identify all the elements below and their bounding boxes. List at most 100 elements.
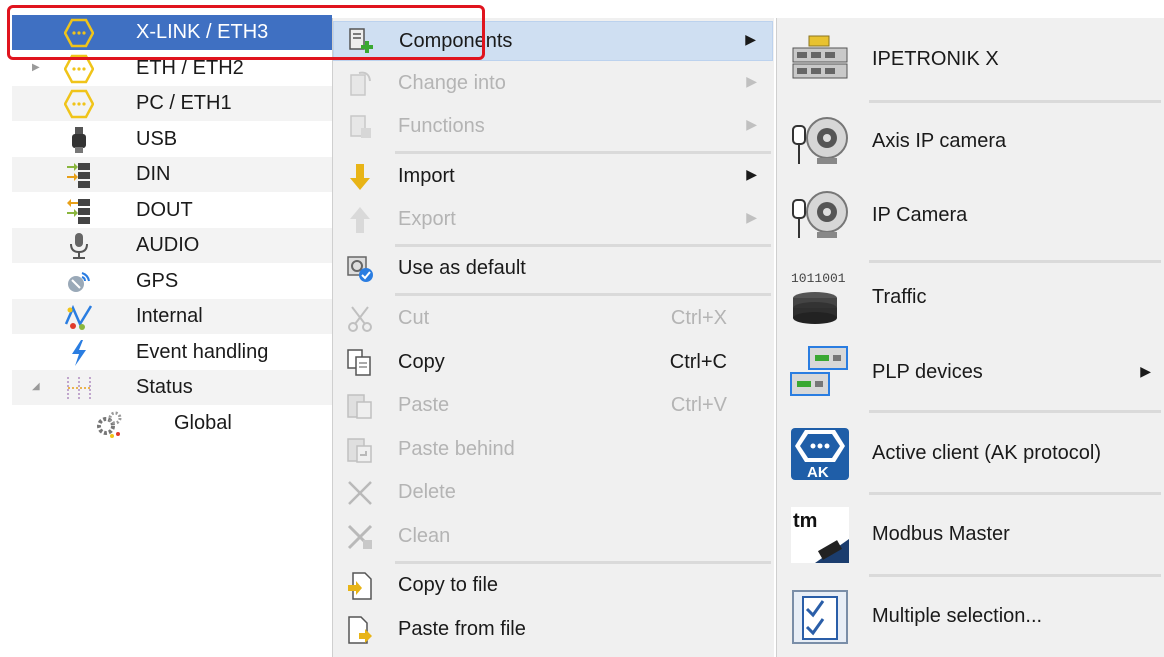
submenu-item-label: PLP devices: [872, 361, 983, 383]
lightning-icon: [72, 340, 86, 366]
gears-icon: [97, 411, 122, 438]
expand-arrow-icon[interactable]: ▶: [32, 62, 42, 74]
collapse-arrow-icon[interactable]: ◢: [32, 381, 42, 393]
menu-separator: [395, 293, 771, 296]
submenu-arrow-icon: ▶: [746, 209, 757, 225]
submenu-item-plp-devices[interactable]: PLP devices ▶: [777, 333, 1164, 413]
menu-item-clean[interactable]: Clean: [333, 517, 773, 557]
submenu-item-label: Axis IP camera: [872, 130, 1007, 152]
tree-item-label: ETH / ETH2: [136, 57, 244, 79]
submenu-item-label: IP Camera: [872, 204, 968, 226]
menu-item-shortcut: Ctrl+X: [670, 307, 727, 329]
clean-icon: [347, 524, 373, 550]
digital-out-icon: [67, 199, 90, 224]
tree-item-label: USB: [136, 128, 178, 150]
ipetronik-device-icon: [792, 35, 848, 79]
microphone-icon: [70, 233, 88, 259]
status-icon: [67, 377, 91, 399]
tree-item-label: DIN: [136, 163, 171, 185]
menu-item-label: Paste from file: [398, 618, 526, 640]
highlight-frame: [7, 5, 485, 60]
submenu-item-ip-camera[interactable]: IP Camera: [777, 176, 1164, 256]
tree-item-label: Event handling: [136, 341, 269, 363]
functions-icon: [350, 115, 371, 138]
submenu-item-active-client[interactable]: AK Active client (AK protocol): [777, 414, 1164, 494]
tree-item-internal[interactable]: Internal: [12, 299, 332, 334]
svg-text:AK: AK: [807, 464, 829, 481]
tree-item-label: Global: [174, 412, 232, 434]
checklist-icon: [792, 590, 848, 644]
traffic-database-icon: 1011001: [791, 271, 846, 324]
menu-item-label: Import: [398, 165, 455, 187]
menu-item-paste[interactable]: Paste Ctrl+V: [333, 386, 773, 426]
tree-item-global[interactable]: Global: [12, 406, 332, 441]
paste-behind-icon: [347, 438, 372, 463]
menu-item-export[interactable]: Export ▶: [333, 200, 773, 240]
components-submenu: IPETRONIK X Axis IP camera IP Camera 101…: [776, 18, 1164, 657]
submenu-item-modbus-master[interactable]: tm Modbus Master: [777, 495, 1164, 575]
internal-icon: [64, 304, 93, 330]
menu-item-copy[interactable]: Copy Ctrl+C: [333, 343, 773, 383]
menu-item-label: Clean: [398, 525, 451, 547]
menu-item-label: Copy to file: [398, 574, 499, 596]
tree-item-label: GPS: [136, 270, 179, 292]
submenu-item-ipetronik-x[interactable]: IPETRONIK X: [777, 20, 1164, 100]
submenu-arrow-icon: ▶: [746, 116, 757, 132]
menu-item-import[interactable]: Import ▶: [333, 157, 773, 197]
menu-item-cut[interactable]: Cut Ctrl+X: [333, 299, 773, 339]
tree-item-event-handling[interactable]: Event handling: [12, 335, 332, 370]
tree-item-dout[interactable]: DOUT: [12, 193, 332, 228]
submenu-item-axis-ip-camera[interactable]: Axis IP camera: [777, 102, 1164, 182]
menu-item-paste-behind[interactable]: Paste behind: [333, 430, 773, 470]
tree-item-status[interactable]: ◢ Status: [12, 370, 332, 405]
tree-item-pc-eth1[interactable]: PC / ETH1: [12, 86, 332, 121]
ip-camera-icon: [792, 191, 848, 238]
tree-item-label: Internal: [136, 305, 203, 327]
menu-item-label: Functions: [398, 115, 485, 137]
menu-item-delete[interactable]: Delete: [333, 473, 773, 513]
use-default-icon: [347, 256, 373, 282]
modbus-icon: tm: [791, 507, 849, 563]
tree-item-label: Status: [136, 376, 193, 398]
tree-item-label: AUDIO: [136, 234, 200, 256]
tree-item-din[interactable]: DIN: [12, 157, 332, 192]
paste-icon: [347, 394, 372, 419]
tree-item-gps[interactable]: GPS: [12, 264, 332, 299]
menu-item-label: Export: [398, 208, 456, 230]
usb-icon: [72, 127, 86, 153]
menu-item-label: Copy: [398, 351, 445, 373]
gps-icon: [68, 272, 90, 292]
menu-item-copy-to-file[interactable]: Copy to file: [333, 566, 773, 606]
submenu-arrow-icon: ▶: [746, 166, 757, 182]
menu-item-label: Use as default: [398, 257, 526, 279]
tree-item-label: DOUT: [136, 199, 193, 221]
svg-text:tm: tm: [793, 510, 817, 532]
submenu-item-multiple-selection[interactable]: Multiple selection...: [777, 577, 1164, 657]
submenu-item-label: IPETRONIK X: [872, 48, 999, 70]
menu-item-label: Cut: [398, 307, 430, 329]
menu-item-change-into[interactable]: Change into ▶: [333, 64, 773, 104]
tree-item-audio[interactable]: AUDIO: [12, 228, 332, 263]
submenu-item-label: Active client (AK protocol): [872, 442, 1101, 464]
menu-item-use-as-default[interactable]: Use as default: [333, 249, 773, 289]
menu-item-label: Paste: [398, 394, 450, 416]
tree-item-usb[interactable]: USB: [12, 122, 332, 157]
copy-to-file-icon: [348, 572, 372, 600]
menu-item-label: Paste behind: [398, 438, 515, 460]
change-into-icon: [350, 71, 371, 96]
menu-item-paste-from-file[interactable]: Paste from file: [333, 610, 773, 650]
paste-from-file-icon: [348, 616, 372, 644]
submenu-arrow-icon: ▶: [1140, 363, 1151, 379]
menu-item-shortcut: Ctrl+V: [670, 394, 727, 416]
device-tree: X-LINK / ETH3 ▶ ETH / ETH2 PC / ETH1 USB…: [0, 0, 332, 657]
scissors-icon: [348, 306, 372, 332]
menu-separator: [869, 410, 1161, 413]
ip-camera-icon: [792, 117, 848, 164]
menu-item-label: Delete: [398, 481, 456, 503]
menu-separator: [395, 151, 771, 154]
submenu-item-label: Modbus Master: [872, 523, 1010, 545]
menu-separator: [395, 561, 771, 564]
delete-x-icon: [348, 481, 372, 505]
submenu-item-traffic[interactable]: 1011001 Traffic: [777, 258, 1164, 338]
menu-item-functions[interactable]: Functions ▶: [333, 107, 773, 147]
